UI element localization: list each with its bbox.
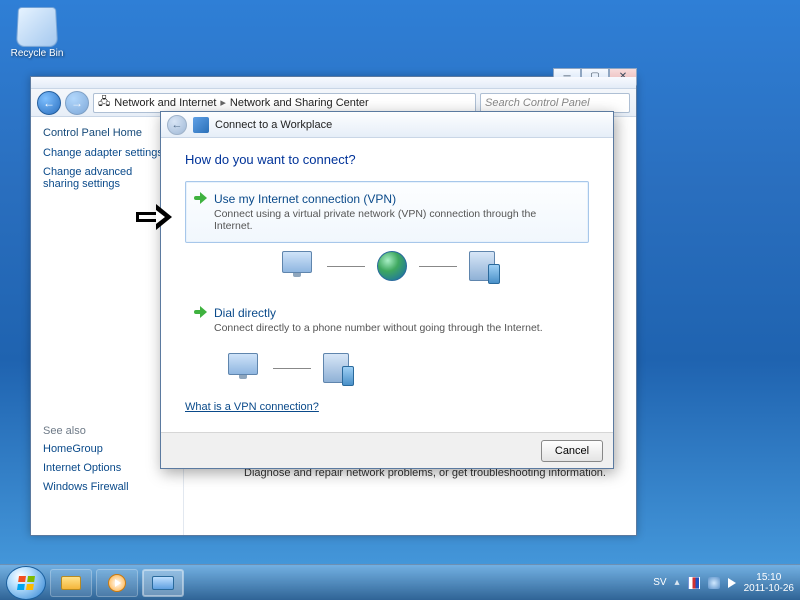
- breadcrumb-part[interactable]: Network and Sharing Center: [230, 97, 369, 109]
- taskbar: SV ▴ 15:10 2011-10-26: [0, 564, 800, 600]
- tray-chevron-icon[interactable]: ▴: [675, 577, 680, 588]
- dial-diagram: [185, 353, 589, 383]
- wizard-titlebar[interactable]: ← Connect to a Workplace: [161, 112, 613, 138]
- sidebar-link-adapter[interactable]: Change adapter settings: [43, 147, 171, 159]
- back-button[interactable]: ←: [37, 91, 61, 115]
- clock-date: 2011-10-26: [744, 583, 794, 594]
- wizard-heading: How do you want to connect?: [185, 152, 589, 167]
- clock[interactable]: 15:10 2011-10-26: [744, 572, 794, 594]
- taskbar-control-panel[interactable]: [142, 569, 184, 597]
- vpn-diagram: [185, 251, 589, 281]
- sidebar-link-inetopt[interactable]: Internet Options: [43, 462, 171, 474]
- breadcrumb[interactable]: 🖧 Network and Internet ▸ Network and Sha…: [93, 93, 476, 113]
- option-dial-desc: Connect directly to a phone number witho…: [214, 322, 576, 334]
- forward-button[interactable]: →: [65, 91, 89, 115]
- wizard-title: Connect to a Workplace: [215, 119, 332, 131]
- computer-icon: [225, 353, 261, 383]
- help-link-vpn[interactable]: What is a VPN connection?: [185, 401, 319, 413]
- search-input[interactable]: Search Control Panel: [480, 93, 630, 113]
- workplace-icon: [193, 117, 209, 133]
- sidebar-home[interactable]: Control Panel Home: [43, 127, 171, 139]
- option-vpn-title: Use my Internet connection (VPN): [214, 192, 576, 206]
- server-icon: [323, 353, 349, 383]
- desktop-icon-label: Recycle Bin: [8, 48, 66, 59]
- folder-icon: [61, 576, 81, 590]
- sidebar-link-firewall[interactable]: Windows Firewall: [43, 481, 171, 493]
- recycle-bin-icon: [16, 7, 58, 47]
- system-tray: SV ▴ 15:10 2011-10-26: [653, 572, 794, 594]
- desktop-icon-recycle-bin[interactable]: Recycle Bin: [8, 6, 66, 59]
- taskbar-explorer[interactable]: [50, 569, 92, 597]
- option-vpn-desc: Connect using a virtual private network …: [214, 208, 576, 232]
- sidebar-see-also: See also: [43, 425, 171, 437]
- computer-icon: [279, 251, 315, 281]
- media-player-icon: [108, 574, 126, 592]
- start-button[interactable]: [6, 566, 46, 600]
- chevron-right-icon: ▸: [220, 96, 226, 109]
- connect-workplace-wizard: ─ ▢ ✕ ← Connect to a Workplace How do yo…: [160, 111, 614, 469]
- cancel-button[interactable]: Cancel: [541, 440, 603, 462]
- wizard-body: How do you want to connect? Use my Inter…: [161, 138, 613, 425]
- arrow-right-icon: [194, 306, 208, 320]
- network-icon[interactable]: [708, 577, 720, 589]
- annotation-arrow: [136, 206, 176, 230]
- control-panel-icon: [152, 576, 174, 590]
- option-vpn[interactable]: Use my Internet connection (VPN) Connect…: [185, 181, 589, 243]
- connection-line: [273, 368, 311, 369]
- volume-icon[interactable]: [728, 578, 736, 588]
- connection-line: [419, 266, 457, 267]
- option-dial-title: Dial directly: [214, 306, 576, 320]
- language-indicator[interactable]: SV: [653, 577, 666, 588]
- sidebar-link-homegroup[interactable]: HomeGroup: [43, 443, 171, 455]
- globe-icon: [377, 251, 407, 281]
- clock-time: 15:10: [744, 572, 794, 583]
- action-center-icon[interactable]: [688, 577, 700, 589]
- wizard-back-button[interactable]: ←: [167, 115, 187, 135]
- breadcrumb-icon: 🖧: [98, 93, 110, 112]
- window-titlebar[interactable]: [31, 77, 636, 89]
- sidebar-link-advanced[interactable]: Change advanced sharing settings: [43, 166, 171, 190]
- option-dial[interactable]: Dial directly Connect directly to a phon…: [185, 295, 589, 345]
- breadcrumb-part[interactable]: Network and Internet: [114, 97, 216, 109]
- wizard-footer: Cancel: [161, 432, 613, 468]
- taskbar-media-player[interactable]: [96, 569, 138, 597]
- connection-line: [327, 266, 365, 267]
- arrow-right-icon: [194, 192, 208, 206]
- server-icon: [469, 251, 495, 281]
